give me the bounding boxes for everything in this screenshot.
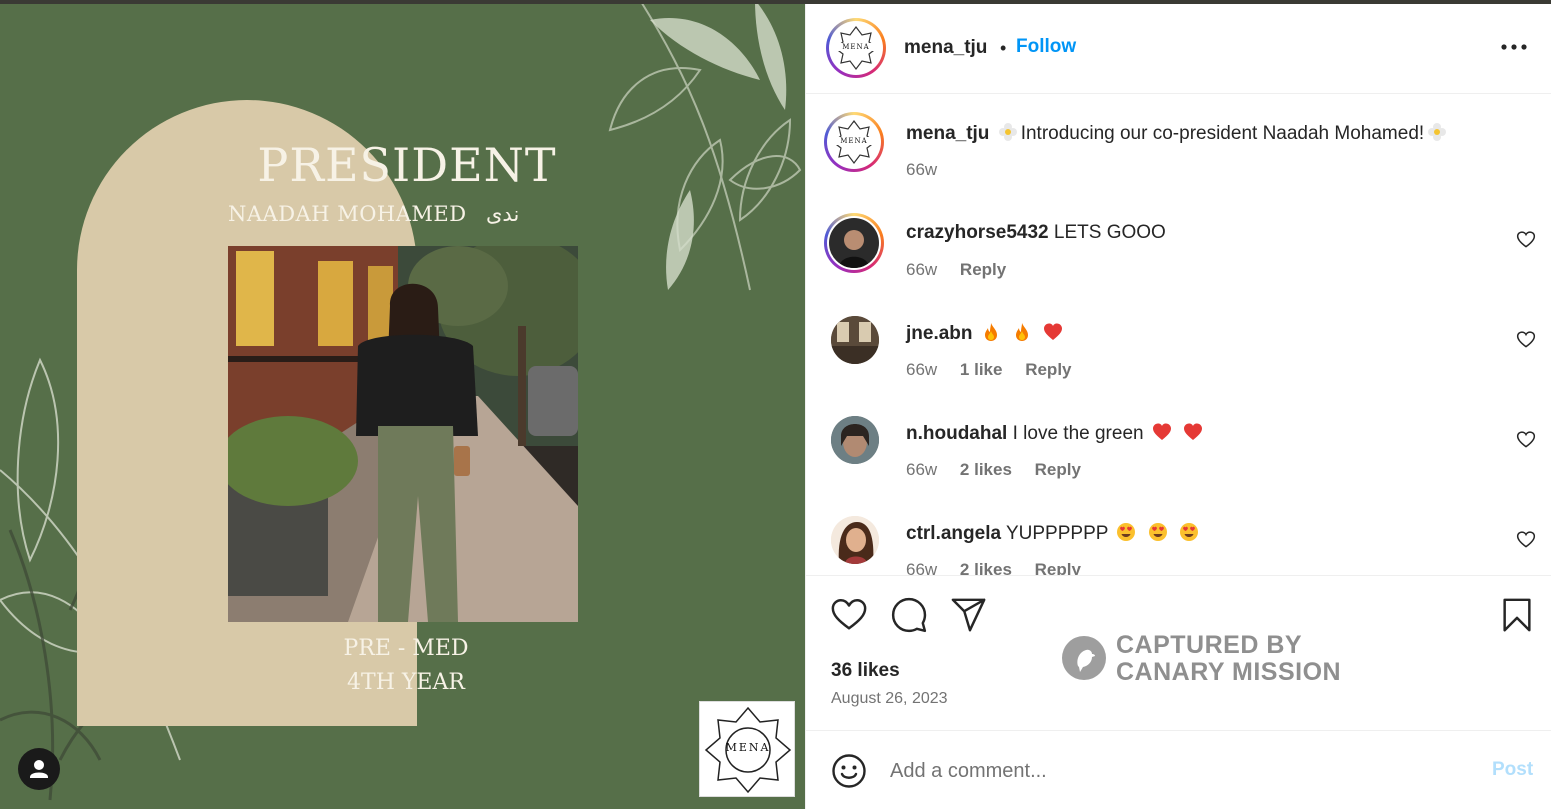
post-date: August 26, 2023: [831, 690, 948, 707]
heart-eyes-emoji-icon: [1117, 523, 1136, 541]
post-side-panel: MENA mena_tju • Follow MENA mena_tju Int…: [805, 4, 1551, 809]
tagged-user-icon[interactable]: [18, 748, 60, 790]
reply-button[interactable]: Reply: [1035, 560, 1081, 575]
commenter-avatar[interactable]: [831, 416, 879, 464]
member-major: PRE - MED: [343, 636, 469, 661]
comment-line: ctrl.angela YUPPPPPP: [906, 522, 1202, 545]
post-title: PRESIDENT: [257, 138, 557, 192]
comment-username[interactable]: jne.abn: [906, 323, 973, 344]
comment-age: 66w: [906, 460, 938, 479]
comment-meta: 66w Reply: [906, 260, 1024, 280]
flower-emoji-icon: [1428, 123, 1447, 141]
comment-like-heart-icon[interactable]: [1516, 530, 1536, 550]
comment-likes[interactable]: 2 likes: [960, 460, 1012, 479]
comment-line: crazyhorse5432 LETS GOOO: [906, 222, 1166, 244]
reply-button[interactable]: Reply: [960, 260, 1006, 279]
post-comment-button[interactable]: Post: [1492, 759, 1533, 781]
commenter-avatar[interactable]: [831, 516, 879, 564]
comment-username[interactable]: crazyhorse5432: [906, 222, 1049, 243]
separator-dot: •: [1000, 38, 1007, 58]
mena-logo-text: MENA: [725, 741, 771, 754]
comment-like-heart-icon[interactable]: [1516, 230, 1536, 250]
smiley-icon[interactable]: [831, 753, 867, 789]
member-name-arabic: ندى: [486, 202, 520, 226]
mena-logo: MENA: [699, 701, 795, 797]
watermark-line-1: CAPTURED BY: [1116, 631, 1303, 659]
caption-text: Introducing our co-president Naadah Moha…: [1020, 123, 1425, 144]
caption-username[interactable]: mena_tju: [906, 123, 989, 144]
heart-eyes-emoji-icon: [1179, 523, 1198, 541]
canary-bird-icon: [1062, 636, 1106, 680]
post-actions: 36 likes August 26, 2023 CAPTURED BY CAN…: [806, 575, 1551, 730]
caption-avatar[interactable]: MENA: [824, 112, 884, 172]
comment-icon[interactable]: [890, 596, 928, 634]
comment-age: 66w: [906, 560, 938, 575]
share-icon[interactable]: [950, 596, 988, 634]
member-photo: [228, 246, 578, 622]
member-year: 4TH YEAR: [347, 670, 465, 695]
add-comment-bar: Post: [806, 730, 1551, 809]
reply-button[interactable]: Reply: [1035, 460, 1081, 479]
caption-meta: 66w: [906, 160, 955, 180]
watermark-text: CAPTURED BY CANARY MISSION: [1116, 632, 1341, 686]
commenter-avatar[interactable]: [831, 316, 879, 364]
post-image: PRESIDENT NAADAH MOHAMED ندى PRE - MED 4…: [0, 0, 805, 809]
fire-emoji-icon: [984, 323, 997, 341]
watermark-line-2: CANARY MISSION: [1116, 658, 1342, 686]
comment-like-heart-icon[interactable]: [1516, 330, 1536, 350]
comments-list[interactable]: MENA mena_tju Introducing our co-preside…: [806, 95, 1551, 575]
author-username[interactable]: mena_tju: [904, 37, 987, 59]
comment-line: n.houdahal I love the green: [906, 422, 1206, 445]
follow-button[interactable]: Follow: [1016, 36, 1076, 58]
comment-username[interactable]: ctrl.angela: [906, 523, 1001, 544]
comment-age: 66w: [906, 260, 938, 279]
red-heart-emoji-icon: [1184, 423, 1203, 440]
likes-count[interactable]: 36 likes: [831, 660, 900, 682]
comment-username[interactable]: n.houdahal: [906, 423, 1007, 444]
heart-icon[interactable]: [830, 596, 868, 634]
avatar-text: MENA: [829, 137, 879, 145]
red-heart-emoji-icon: [1152, 423, 1171, 440]
commenter-avatar[interactable]: [824, 213, 884, 273]
comment-like-heart-icon[interactable]: [1516, 430, 1536, 450]
comment-text: I love the green: [1012, 423, 1144, 444]
red-heart-emoji-icon: [1044, 323, 1063, 340]
comment-meta: 66w 1 like Reply: [906, 360, 1090, 380]
comment-meta: 66w 2 likes Reply: [906, 460, 1099, 480]
comment-text: LETS GOOO: [1053, 222, 1166, 243]
comment-meta: 66w 2 likes Reply: [906, 560, 1099, 575]
reply-button[interactable]: Reply: [1025, 360, 1071, 379]
caption-age: 66w: [906, 160, 938, 179]
comment-age: 66w: [906, 360, 938, 379]
comment-likes[interactable]: 2 likes: [960, 560, 1012, 575]
comment-likes[interactable]: 1 like: [960, 360, 1003, 379]
caption-line: mena_tju Introducing our co-president Na…: [906, 122, 1450, 145]
author-avatar[interactable]: MENA: [826, 18, 886, 78]
fire-emoji-icon: [1016, 323, 1029, 341]
heart-eyes-emoji-icon: [1148, 523, 1167, 541]
watermark: CAPTURED BY CANARY MISSION: [1062, 632, 1362, 688]
comment-line: jne.abn: [906, 322, 1066, 345]
post-header: MENA mena_tju • Follow: [806, 4, 1551, 94]
member-name: NAADAH MOHAMED: [228, 202, 467, 226]
avatar-text: MENA: [831, 43, 881, 51]
more-horizontal-icon[interactable]: [1496, 36, 1532, 58]
comment-text: YUPPPPPP: [1005, 523, 1109, 544]
flower-emoji-icon: [998, 123, 1017, 141]
browser-top-strip: [0, 0, 1551, 4]
bookmark-icon[interactable]: [1498, 596, 1536, 634]
comment-input[interactable]: [890, 753, 1450, 789]
